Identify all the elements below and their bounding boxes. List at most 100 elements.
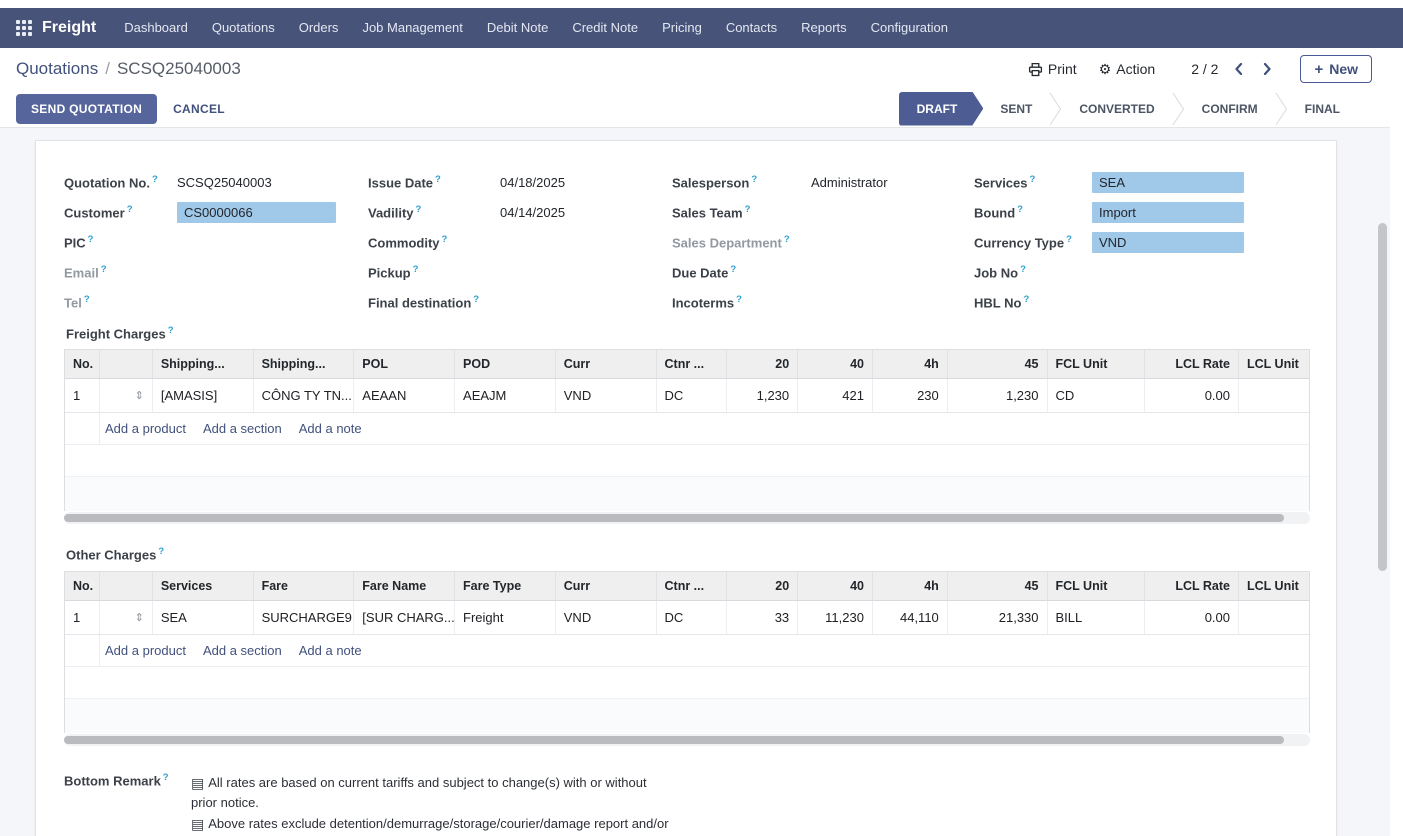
menu-item-quotations[interactable]: Quotations [200, 8, 287, 48]
column-header-fare-name: Fare Name [354, 572, 455, 600]
menu-item-contacts[interactable]: Contacts [714, 8, 789, 48]
menu-item-configuration[interactable]: Configuration [859, 8, 960, 48]
field-value-salesperson[interactable]: Administrator [811, 175, 888, 190]
field-final-destination: Final destination? [368, 287, 672, 317]
table-cell-4h[interactable]: 230 [873, 379, 948, 412]
menu-item-orders[interactable]: Orders [287, 8, 351, 48]
add-a-section-link[interactable]: Add a section [203, 421, 282, 436]
menu-item-debit-note[interactable]: Debit Note [475, 8, 560, 48]
field-value-currency-type[interactable]: VND [1092, 232, 1244, 253]
pager: 2 / 2 [1191, 61, 1274, 77]
table-cell-fcl-unit[interactable]: CD [1048, 379, 1146, 412]
apps-grid-icon[interactable] [16, 20, 32, 36]
field-value-services[interactable]: SEA [1092, 172, 1244, 193]
add-a-product-link[interactable]: Add a product [105, 643, 186, 658]
stage-sent[interactable]: SENT [983, 102, 1049, 116]
field-label-tel: Tel? [64, 294, 177, 310]
table-cell-lcl-rate[interactable]: 0.00 [1145, 379, 1239, 412]
table-cell-curr[interactable]: VND [556, 379, 657, 412]
table-cell-fcl-unit[interactable]: BILL [1048, 601, 1146, 634]
table-cell-services[interactable]: SEA [153, 601, 254, 634]
horizontal-scrollbar-thumb[interactable] [64, 736, 1284, 744]
column-header-fcl-unit: FCL Unit [1048, 572, 1146, 600]
print-label: Print [1048, 61, 1077, 77]
field-label-currency-type: Currency Type? [974, 234, 1092, 250]
drag-handle-icon[interactable]: ⇕ [135, 611, 144, 624]
table-cell-fare[interactable]: SURCHARGE9 [254, 601, 355, 634]
stage-final[interactable]: FINAL [1288, 102, 1357, 116]
stage-converted[interactable]: CONVERTED [1062, 102, 1171, 116]
statusbar: DRAFTSENT CONVERTED CONFIRM FINAL [899, 90, 1403, 128]
charges-table: No.ServicesFareFare NameFare TypeCurrCtn… [64, 571, 1310, 733]
table-cell-45[interactable]: 21,330 [948, 601, 1048, 634]
table-cell-40[interactable]: 421 [798, 379, 873, 412]
vertical-scrollbar[interactable] [1378, 223, 1387, 571]
table-cell-fare-type[interactable]: Freight [455, 601, 556, 634]
send-quotation-button[interactable]: SEND QUOTATION [16, 94, 157, 124]
field-value-issue-date[interactable]: 04/18/2025 [500, 175, 565, 190]
table-cell-shipping[interactable]: [AMASIS] [153, 379, 254, 412]
drag-handle-cell[interactable]: ⇕ [100, 379, 153, 412]
help-marker-icon: ? [84, 294, 90, 305]
help-marker-icon: ? [168, 325, 174, 336]
field-value-vadility[interactable]: 04/14/2025 [500, 205, 565, 220]
table-cell-lcl-unit[interactable] [1239, 601, 1309, 634]
field-email: Email? [64, 257, 368, 287]
table-cell-ctnr[interactable]: DC [657, 379, 728, 412]
menu-item-reports[interactable]: Reports [789, 8, 859, 48]
pager-previous-button[interactable] [1232, 61, 1246, 77]
field-label-commodity: Commodity? [368, 234, 500, 250]
bottom-remark-text[interactable]: ▤All rates are based on current tariffs … [191, 772, 669, 836]
field-value-customer[interactable]: CS0000066 [177, 202, 336, 223]
column-header-shipping: Shipping... [153, 350, 254, 378]
drag-handle-icon[interactable]: ⇕ [135, 389, 144, 402]
action-button[interactable]: ⚙ Action [1099, 61, 1155, 77]
column-header-lcl-rate: LCL Rate [1145, 572, 1239, 600]
gear-icon: ⚙ [1099, 62, 1112, 76]
table-cell-lcl-rate[interactable]: 0.00 [1145, 601, 1239, 634]
menu-item-job-management[interactable]: Job Management [350, 8, 474, 48]
horizontal-scrollbar [64, 512, 1310, 524]
menu-item-credit-note[interactable]: Credit Note [560, 8, 650, 48]
print-button[interactable]: Print [1028, 61, 1077, 77]
app-name-menu[interactable]: Freight [42, 19, 96, 37]
drag-handle-cell[interactable]: ⇕ [100, 601, 153, 634]
field-sales-team: Sales Team? [672, 197, 974, 227]
table-cell-fare-name[interactable]: [SUR CHARG... [354, 601, 455, 634]
content-area: Quotation No.?SCSQ25040003Customer?CS000… [0, 128, 1403, 836]
menu-item-pricing[interactable]: Pricing [650, 8, 714, 48]
table-cell-40[interactable]: 11,230 [798, 601, 873, 634]
add-a-product-link[interactable]: Add a product [105, 421, 186, 436]
field-label-customer: Customer? [64, 204, 177, 220]
cancel-button[interactable]: CANCEL [173, 102, 225, 116]
freight-charges-section: Freight Charges?No.Shipping...Shipping..… [64, 325, 1310, 524]
table-cell-45[interactable]: 1,230 [948, 379, 1048, 412]
table-cell-curr[interactable]: VND [556, 601, 657, 634]
pager-next-button[interactable] [1260, 61, 1274, 77]
add-a-note-link[interactable]: Add a note [299, 643, 362, 658]
table-cell-pod[interactable]: AEAJM [455, 379, 556, 412]
stage-confirm[interactable]: CONFIRM [1185, 102, 1275, 116]
table-cell-ctnr[interactable]: DC [657, 601, 728, 634]
field-tel: Tel? [64, 287, 368, 317]
chevron-left-icon [1234, 63, 1244, 75]
table-cell-no[interactable]: 1 [65, 379, 100, 412]
table-cell-20[interactable]: 1,230 [727, 379, 798, 412]
table-cell-20[interactable]: 33 [727, 601, 798, 634]
add-a-note-link[interactable]: Add a note [299, 421, 362, 436]
table-cell-shipping[interactable]: CÔNG TY TN... [254, 379, 355, 412]
field-value-bound[interactable]: Import [1092, 202, 1244, 223]
stage-draft[interactable]: DRAFT [899, 92, 984, 126]
horizontal-scrollbar-thumb[interactable] [64, 514, 1284, 522]
new-button[interactable]: + New [1300, 55, 1372, 83]
table-cell-lcl-unit[interactable] [1239, 379, 1309, 412]
table-cell-4h[interactable]: 44,110 [873, 601, 948, 634]
breadcrumb-quotations-link[interactable]: Quotations [16, 59, 98, 79]
links-row-spacer [65, 413, 100, 444]
add-a-section-link[interactable]: Add a section [203, 643, 282, 658]
menu-item-dashboard[interactable]: Dashboard [112, 8, 200, 48]
table-cell-no[interactable]: 1 [65, 601, 100, 634]
field-value-quotation-no[interactable]: SCSQ25040003 [177, 175, 272, 190]
table-cell-pol[interactable]: AEAAN [354, 379, 455, 412]
field-label-vadility: Vadility? [368, 204, 500, 220]
